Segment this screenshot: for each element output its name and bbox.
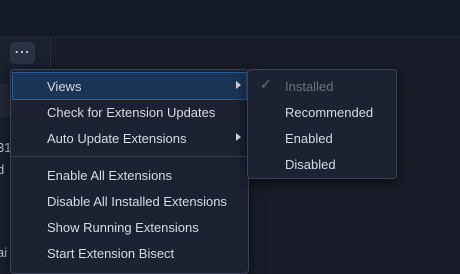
views-submenu: ✓ Installed Recommended Enabled Disabled [247, 69, 397, 179]
submenu-item-enabled[interactable]: Enabled [250, 125, 394, 151]
chevron-right-icon [236, 133, 241, 141]
menu-item-views[interactable]: Views [12, 72, 247, 100]
partial-text: ai [0, 245, 8, 260]
submenu-item-recommended[interactable]: Recommended [250, 99, 394, 125]
partial-text: d [0, 162, 5, 177]
more-actions-button[interactable]: ⋯ [10, 42, 35, 64]
menu-item-enable-all[interactable]: Enable All Extensions [13, 162, 246, 188]
menu-item-show-running[interactable]: Show Running Extensions [13, 214, 246, 240]
menu-separator [11, 156, 248, 157]
extensions-more-menu: Views Check for Extension Updates Auto U… [10, 69, 249, 274]
menu-item-disable-all[interactable]: Disable All Installed Extensions [13, 188, 246, 214]
menu-item-start-bisect[interactable]: Start Extension Bisect [13, 240, 246, 266]
menu-item-auto-update[interactable]: Auto Update Extensions [13, 125, 246, 151]
menu-item-check-updates[interactable]: Check for Extension Updates [13, 99, 246, 125]
checkmark-icon: ✓ [260, 76, 272, 92]
more-icon: ⋯ [14, 44, 31, 61]
submenu-item-installed: ✓ Installed [260, 76, 334, 94]
chevron-right-icon [236, 81, 241, 89]
submenu-item-disabled[interactable]: Disabled [250, 151, 394, 177]
top-bar [0, 0, 460, 37]
